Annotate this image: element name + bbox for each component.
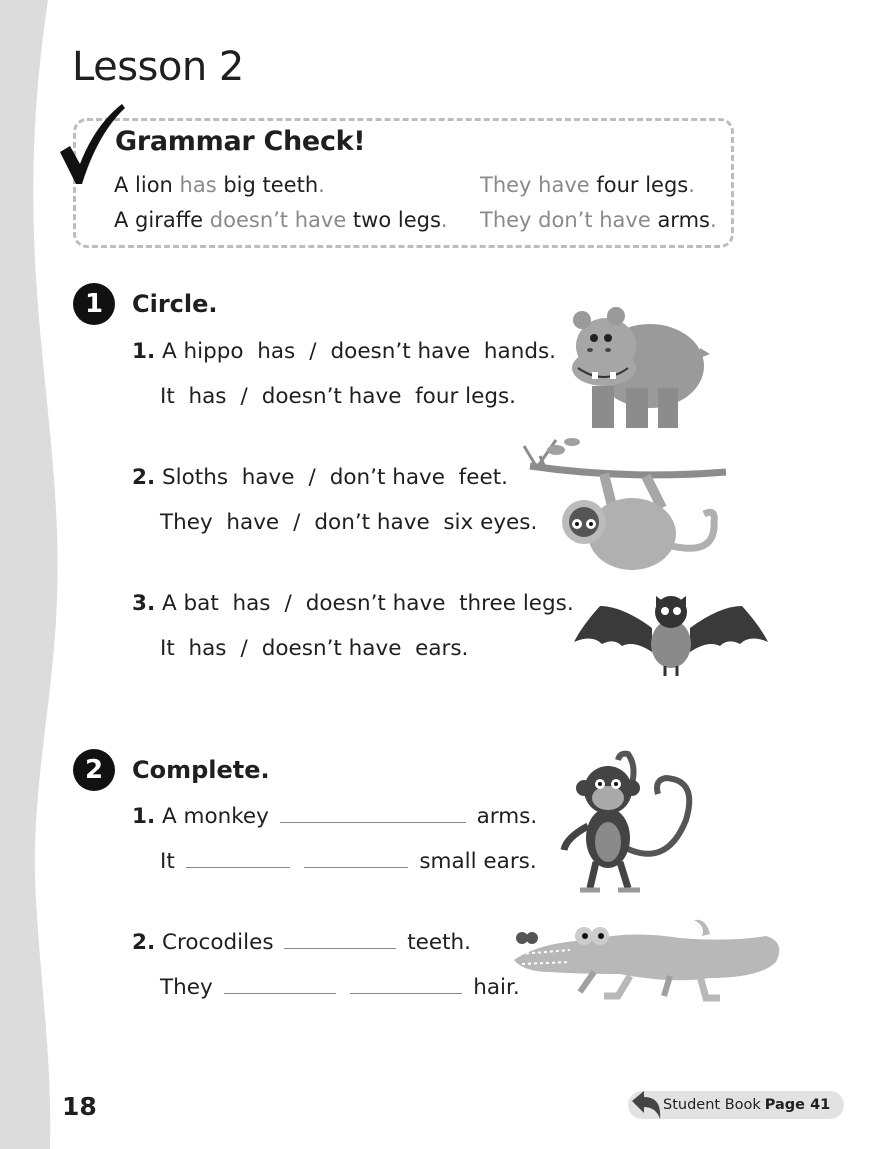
option-choice[interactable]: don’t have — [314, 510, 429, 535]
section-number-badge: 2 — [73, 749, 115, 791]
answer-blank[interactable] — [185, 849, 290, 868]
return-arrow-icon — [632, 1091, 661, 1119]
option-choice[interactable]: don’t have — [330, 465, 445, 490]
option-choice[interactable]: has — [232, 591, 270, 616]
hippo-icon — [572, 307, 710, 428]
option-choice[interactable]: doesn’t have — [262, 384, 402, 409]
answer-blank[interactable] — [279, 804, 466, 823]
grammar-example: They don’t have arms. — [480, 208, 717, 232]
option-choice[interactable]: doesn’t have — [331, 339, 471, 364]
monkey-icon — [560, 750, 693, 893]
option-choice[interactable]: doesn’t have — [306, 591, 446, 616]
option-choice[interactable]: have — [242, 465, 295, 490]
grammar-check-title: Grammar Check! — [115, 126, 366, 157]
complete-item-line: 1. A monkey arms. — [132, 804, 538, 829]
complete-item-line: They hair. — [160, 975, 520, 1000]
complete-item-line: It small ears. — [160, 849, 537, 874]
page-number: 18 — [62, 1092, 97, 1121]
option-choice[interactable]: has — [257, 339, 295, 364]
lesson-title: Lesson 2 — [72, 44, 244, 90]
student-book-reference: Student Book Page 41 — [628, 1091, 844, 1119]
answer-blank[interactable] — [284, 930, 397, 949]
answer-blank[interactable] — [350, 975, 463, 994]
option-choice[interactable]: has — [188, 636, 226, 661]
grammar-example: A lion has big teeth. — [114, 173, 325, 197]
section-title: Circle. — [132, 290, 218, 318]
option-choice[interactable]: doesn’t have — [262, 636, 402, 661]
complete-item-line: 2. Crocodiles teeth. — [132, 930, 471, 955]
student-book-page: Page 41 — [764, 1097, 831, 1113]
option-choice[interactable]: have — [226, 510, 279, 535]
crocodile-icon — [514, 919, 780, 1002]
sloth-icon — [522, 438, 727, 570]
circle-item-line: 2. Sloths have / don’t have feet. — [132, 465, 508, 490]
circle-item-line: It has / doesn’t have four legs. — [160, 384, 517, 409]
option-choice[interactable]: has — [188, 384, 226, 409]
section-number-badge: 1 — [73, 283, 115, 325]
answer-blank[interactable] — [304, 849, 409, 868]
bat-icon — [574, 596, 768, 676]
student-book-label: Student Book — [663, 1097, 761, 1113]
circle-item-line: 1. A hippo has / doesn’t have hands. — [132, 339, 557, 364]
circle-item-line: It has / doesn’t have ears. — [160, 636, 469, 661]
answer-blank[interactable] — [223, 975, 336, 994]
section-title: Complete. — [132, 756, 270, 784]
circle-item-line: 3. A bat has / doesn’t have three legs. — [132, 591, 574, 616]
circle-item-line: They have / don’t have six eyes. — [160, 510, 538, 535]
grammar-example: A giraffe doesn’t have two legs. — [114, 208, 448, 232]
grammar-example: They have four legs. — [480, 173, 695, 197]
